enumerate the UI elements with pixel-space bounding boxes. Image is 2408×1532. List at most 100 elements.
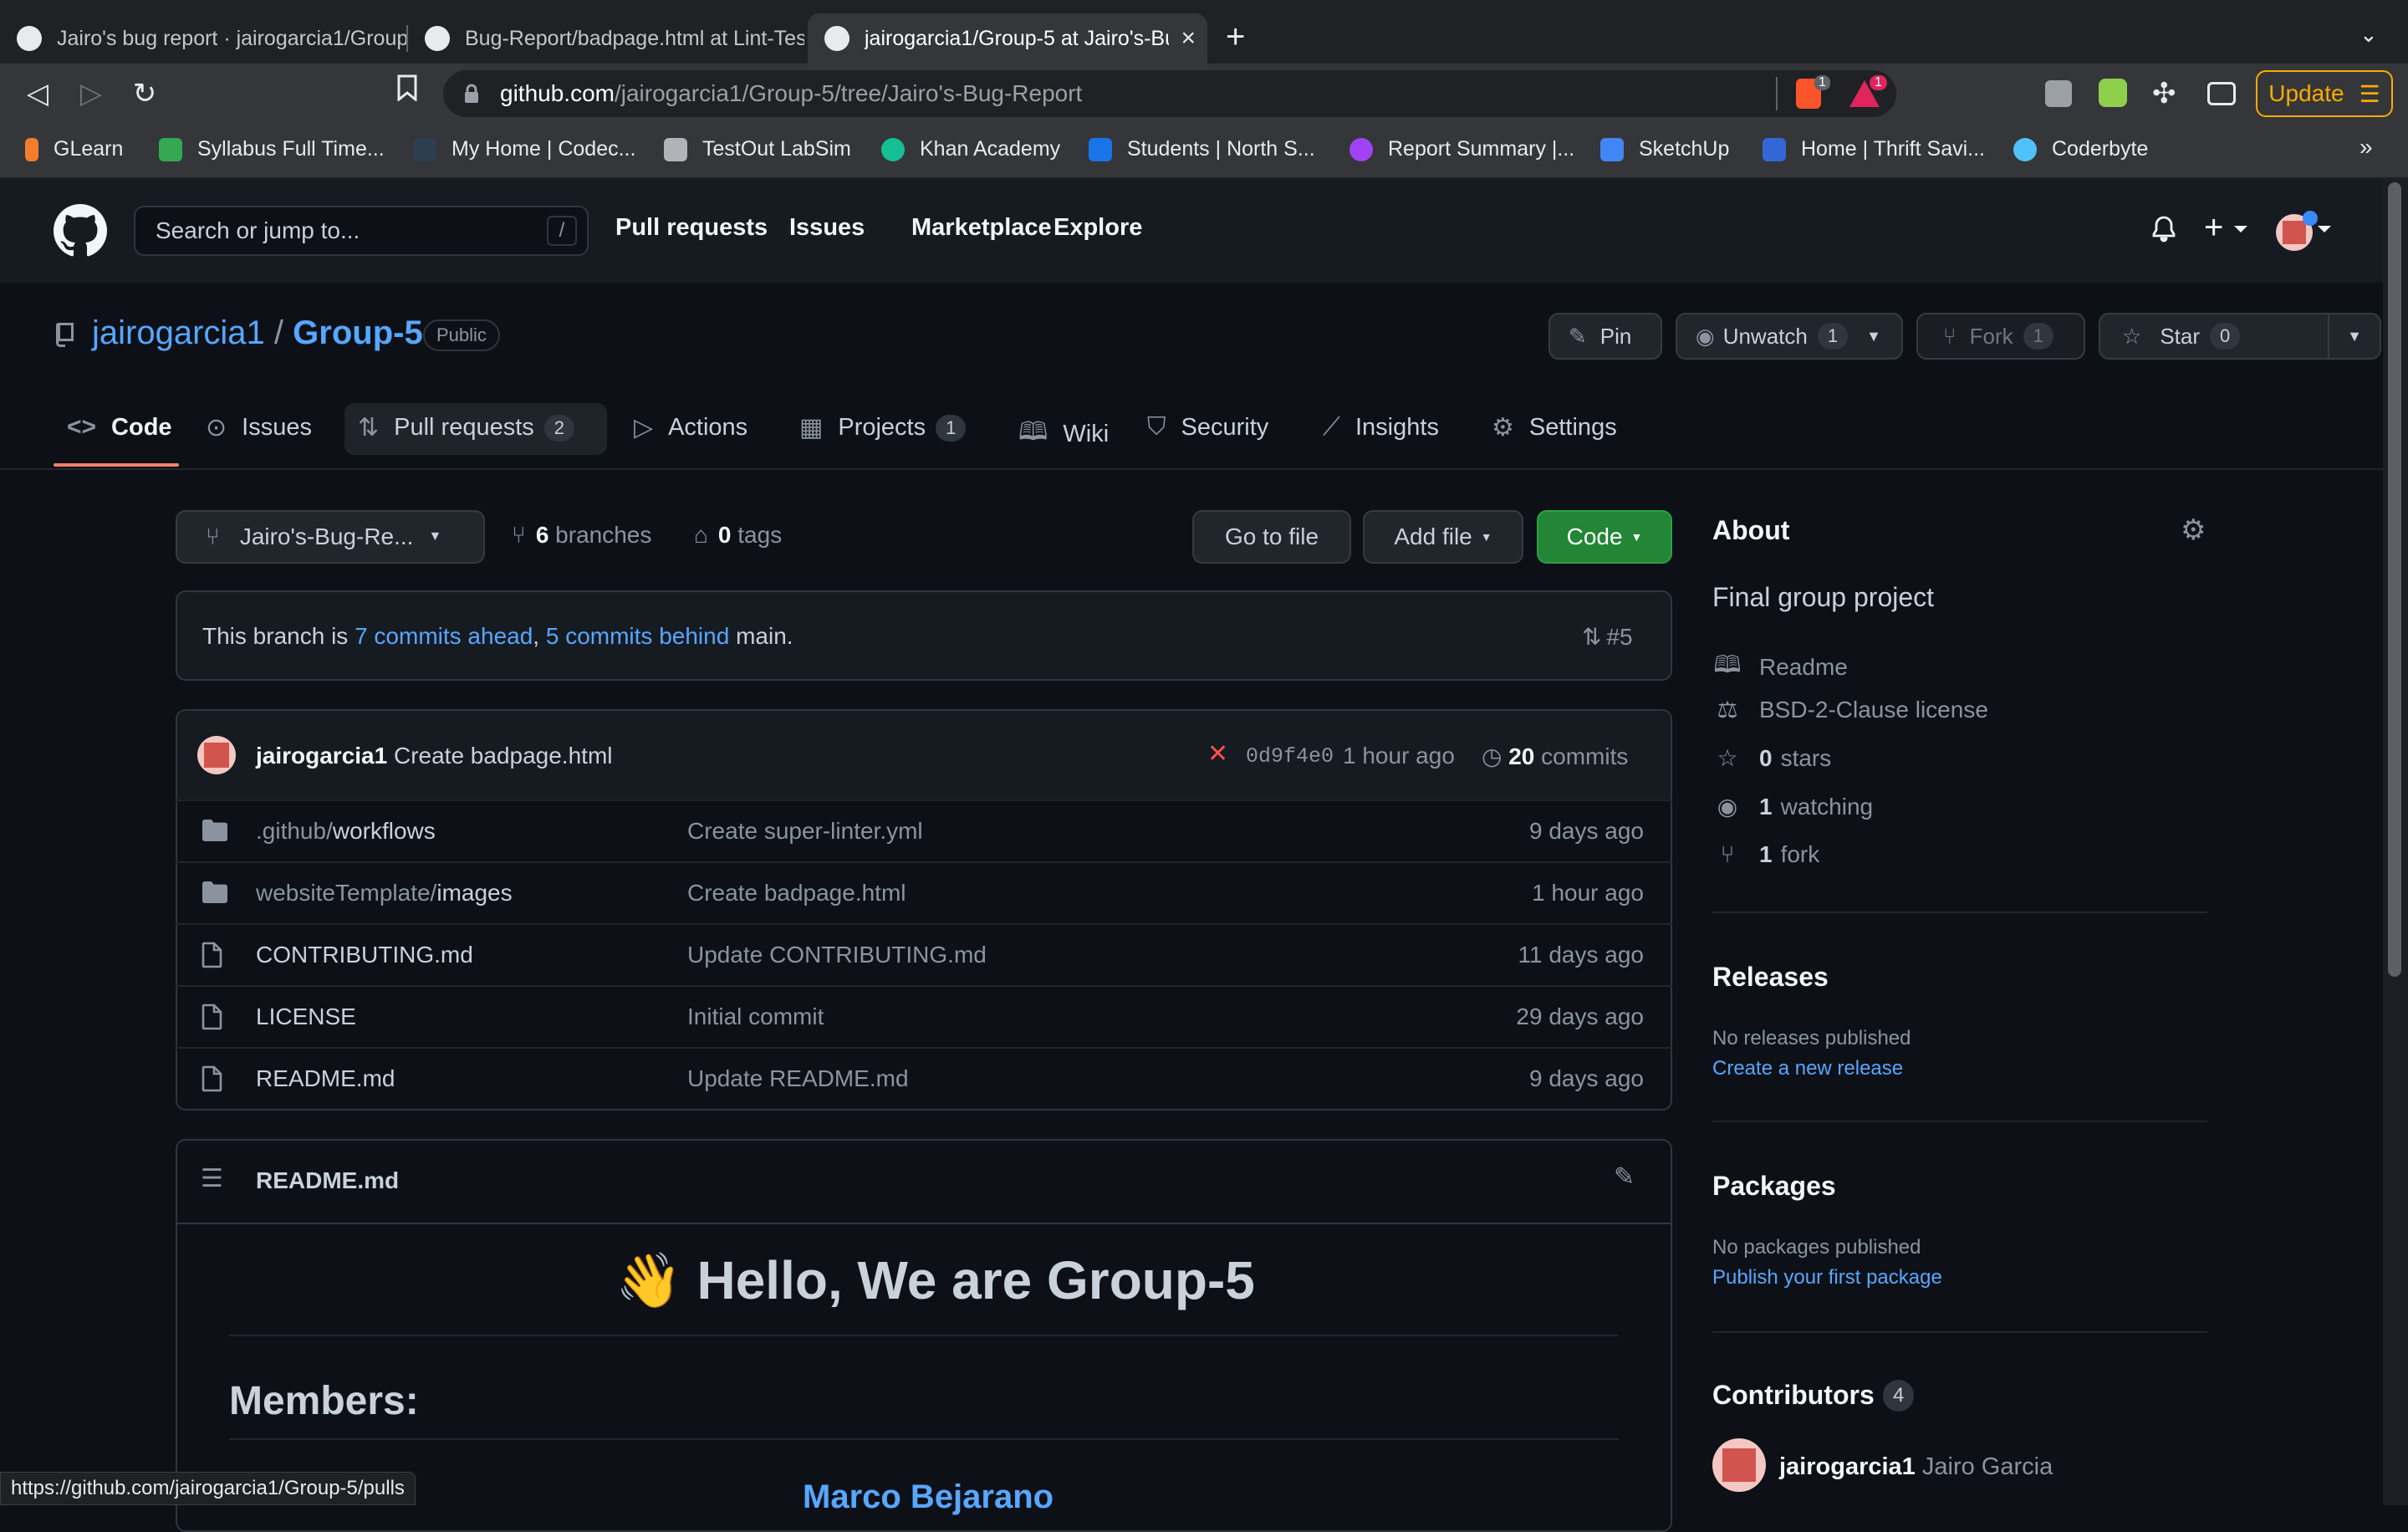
file-commit-message-link[interactable]: Update CONTRIBUTING.md	[687, 942, 987, 968]
bookmark-thrift-savings[interactable]: Home | Thrift Savi...	[1763, 137, 1985, 161]
browser-tab[interactable]: Bug-Report/badpage.html at Lint-Test	[408, 13, 804, 64]
nav-explore[interactable]: Explore	[1054, 214, 1142, 242]
new-tab-icon[interactable]: +	[1226, 18, 1245, 56]
create-new-plus-icon[interactable]: +	[2204, 209, 2223, 247]
tab-search-chevron-icon[interactable]: ⌄	[2360, 22, 2378, 48]
check-failed-x-icon[interactable]: ✕	[1207, 739, 1228, 769]
nav-pull-requests[interactable]: Pull requests	[615, 214, 768, 242]
watching-link[interactable]: ◉ 1 watching	[1712, 793, 1873, 820]
bookmark-codecademy[interactable]: My Home | Codec...	[413, 137, 635, 161]
packages-heading[interactable]: Packages	[1712, 1171, 1836, 1202]
url-text[interactable]: github.com/jairogarcia1/Group-5/tree/Jai…	[500, 80, 1082, 107]
create-release-link[interactable]: Create a new release	[1712, 1057, 1903, 1080]
contributors-heading[interactable]: Contributors	[1712, 1380, 1875, 1411]
file-name-link[interactable]: .github/workflows	[256, 818, 436, 845]
notifications-bell-icon[interactable]	[2150, 216, 2177, 248]
more-bookmarks-icon[interactable]: »	[2360, 134, 2373, 161]
file-name-link[interactable]: README.md	[256, 1065, 395, 1092]
file-row[interactable]: websiteTemplate/images Create badpage.htm…	[176, 861, 1672, 923]
github-logo-icon[interactable]	[54, 204, 107, 258]
back-icon[interactable]: ◁	[17, 72, 59, 115]
add-file-button[interactable]: Add file ▼	[1363, 510, 1523, 564]
bookmark-syllabus[interactable]: Syllabus Full Time...	[159, 137, 385, 161]
file-commit-message-link[interactable]: Create super-linter.yml	[687, 818, 923, 845]
file-row[interactable]: .github/workflows Create super-linter.yml…	[176, 799, 1672, 861]
nav-marketplace[interactable]: Marketplace	[911, 214, 1052, 242]
forks-link[interactable]: ⑂ 1 fork	[1712, 841, 1820, 868]
contributor-entry[interactable]: jairogarcia1 Jairo Garcia	[1779, 1453, 2053, 1481]
file-name-link[interactable]: CONTRIBUTING.md	[256, 942, 473, 968]
license-link[interactable]: ⚖ BSD-2-Clause license	[1712, 696, 1987, 723]
commit-author-link[interactable]: jairogarcia1	[256, 743, 387, 769]
commits-behind-link[interactable]: 5 commits behind	[546, 623, 729, 649]
forward-icon[interactable]: ▷	[70, 72, 112, 115]
nav-issues[interactable]: Issues	[789, 214, 865, 242]
author-avatar[interactable]	[197, 736, 236, 774]
file-age: 9 days ago	[1529, 1065, 1644, 1091]
close-tab-icon[interactable]: ×	[1181, 24, 1196, 53]
bookmark-coderbyte[interactable]: Coderbyte	[2013, 137, 2148, 161]
tab-insights[interactable]: ⟋ Insights	[1323, 413, 1439, 442]
edit-pencil-icon[interactable]: ✎	[1614, 1162, 1635, 1192]
tab-security[interactable]: ⛉ Security	[1147, 413, 1268, 442]
fork-button[interactable]: ⑂ Fork 1	[1916, 313, 2085, 360]
browser-tab-active[interactable]: jairogarcia1/Group-5 at Jairo's-Bug-Repo…	[808, 13, 1207, 64]
tab-settings[interactable]: ⚙ Settings	[1492, 413, 1617, 442]
bookmark-report-summary[interactable]: Report Summary |...	[1349, 137, 1574, 161]
puzzle-extensions-icon[interactable]: ✣	[2152, 77, 2176, 110]
tags-link[interactable]: ⌂ 0 tags	[694, 522, 782, 549]
readme-link[interactable]: 🕮 Readme	[1712, 647, 1847, 687]
tab-issues[interactable]: ⊙ Issues	[206, 413, 312, 442]
contributor-avatar[interactable]	[1712, 1438, 1766, 1492]
scrollbar-thumb[interactable]	[2388, 182, 2401, 977]
star-list-dropdown[interactable]: ▼	[2328, 313, 2381, 360]
code-download-button[interactable]: Code ▼	[1537, 510, 1672, 564]
file-row[interactable]: LICENSE Initial commit 29 days ago	[176, 985, 1672, 1047]
file-commit-message-link[interactable]: Initial commit	[687, 1003, 824, 1030]
lock-icon[interactable]	[463, 84, 480, 104]
bookmark-glearn[interactable]: GLearn	[25, 137, 123, 161]
tab-projects[interactable]: ▦ Projects 1	[799, 413, 967, 442]
stars-link[interactable]: ☆ 0 stars	[1712, 744, 1831, 772]
bookmark-students[interactable]: Students | North S...	[1089, 137, 1315, 161]
publish-package-link[interactable]: Publish your first package	[1712, 1266, 1942, 1289]
file-name-link[interactable]: LICENSE	[256, 1003, 356, 1030]
edit-about-gear-icon[interactable]: ⚙	[2181, 513, 2206, 547]
branch-select-button[interactable]: ⑂ Jairo's-Bug-Re... ▼	[176, 510, 485, 564]
star-button[interactable]: ☆ Star 0	[2099, 313, 2329, 360]
file-row[interactable]: CONTRIBUTING.md Update CONTRIBUTING.md 11 …	[176, 923, 1672, 985]
file-commit-message-link[interactable]: Update README.md	[687, 1065, 909, 1092]
branches-link[interactable]: ⑂ 6 branches	[512, 522, 651, 549]
wallet-icon[interactable]	[2207, 82, 2236, 105]
update-browser-button[interactable]: Update ☰	[2256, 70, 2393, 117]
commit-sha-link[interactable]: 0d9f4e0	[1246, 744, 1334, 769]
go-to-file-button[interactable]: Go to file	[1192, 510, 1351, 564]
file-name-link[interactable]: websiteTemplate/images	[256, 880, 513, 906]
bookmark-testout[interactable]: TestOut LabSim	[664, 137, 851, 161]
member-link[interactable]: Marco Bejarano	[803, 1478, 1054, 1516]
repo-name-link[interactable]: Group-5	[293, 314, 423, 351]
tab-wiki[interactable]: 🕮 Wiki	[1018, 413, 1109, 456]
file-commit-message-link[interactable]: Create badpage.html	[687, 880, 906, 906]
pull-request-link[interactable]: ⇅ #5	[1582, 623, 1633, 651]
commits-ahead-link[interactable]: 7 commits ahead	[355, 623, 533, 649]
tab-code[interactable]: <> Code	[67, 413, 172, 442]
file-row[interactable]: README.md Update README.md 9 days ago	[176, 1047, 1672, 1109]
browser-tab[interactable]: Jairo's bug report · jairogarcia1/Group-…	[0, 13, 406, 64]
list-unordered-icon[interactable]: ☰	[201, 1164, 223, 1193]
grammarly-extension-icon[interactable]	[2099, 79, 2127, 107]
bookmark-sketchup[interactable]: SketchUp	[1600, 137, 1729, 161]
tab-actions[interactable]: ▷ Actions	[634, 413, 747, 442]
search-input[interactable]: Search or jump to...	[134, 206, 589, 256]
releases-heading[interactable]: Releases	[1712, 962, 1829, 993]
extension-icon[interactable]	[2045, 80, 2072, 107]
commit-message-link[interactable]: Create badpage.html	[394, 743, 613, 769]
unwatch-button[interactable]: ◉ Unwatch 1 ▼	[1676, 313, 1903, 360]
bookmark-khan-academy[interactable]: Khan Academy	[881, 137, 1060, 161]
reload-icon[interactable]: ↻	[124, 72, 166, 115]
bookmark-icon[interactable]	[386, 72, 428, 115]
tab-pull-requests[interactable]: ⇅ Pull requests 2	[358, 413, 575, 442]
commits-history-link[interactable]: ◷ 20 commits	[1482, 743, 1628, 770]
repo-owner-link[interactable]: jairogarcia1	[92, 314, 265, 351]
pin-button[interactable]: ✎ Pin	[1548, 313, 1662, 360]
